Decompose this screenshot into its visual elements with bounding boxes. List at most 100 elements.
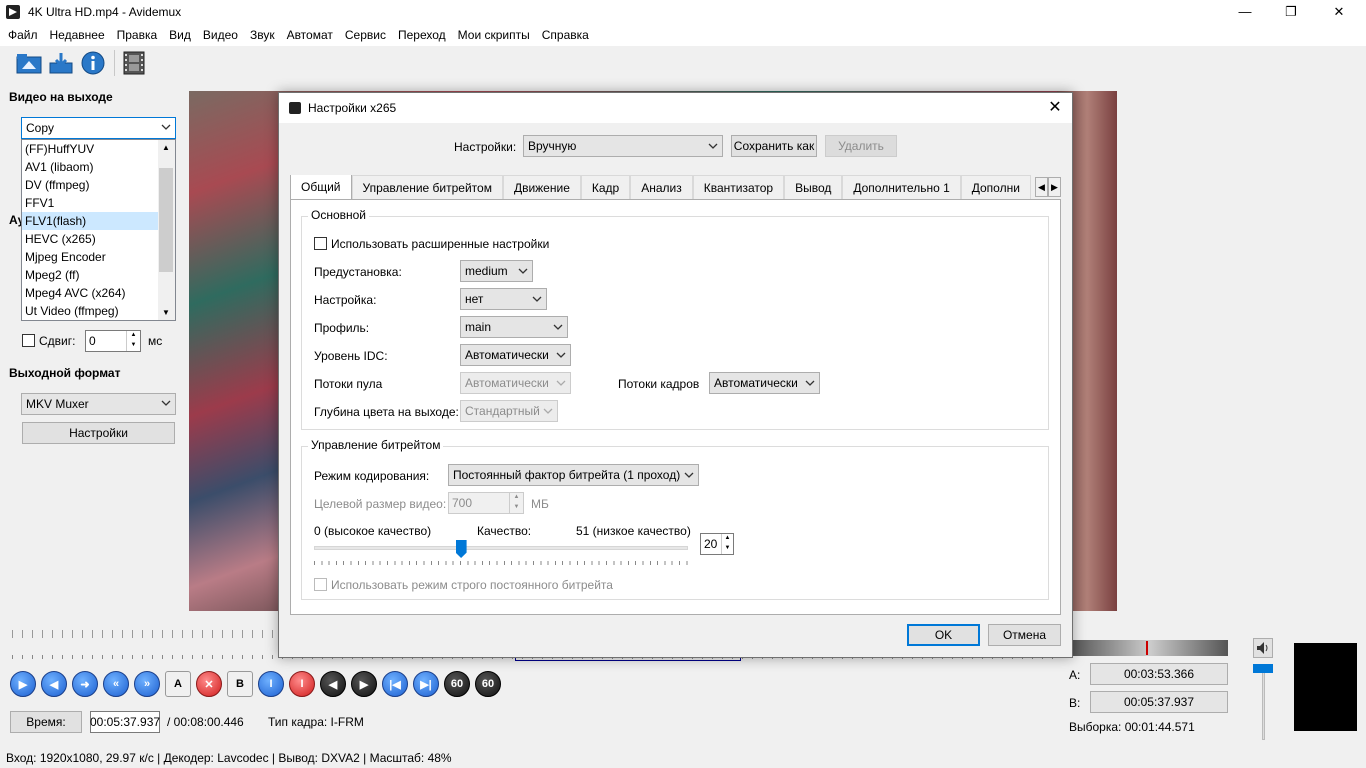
menu-edit[interactable]: Правка	[111, 24, 164, 46]
strict-cbr-checkbox[interactable]	[314, 578, 327, 591]
pool-threads-select[interactable]: Автоматически	[460, 372, 571, 394]
spin-arrows[interactable]: ▲ ▼	[721, 534, 733, 554]
save-as-button[interactable]: Сохранить как	[731, 135, 817, 157]
maximize-button[interactable]: ❐	[1268, 0, 1314, 24]
tab-output[interactable]: Вывод	[784, 175, 843, 199]
muxer-select[interactable]: MKV Muxer	[21, 393, 176, 415]
set-marker-a-icon[interactable]: A	[165, 671, 191, 697]
tab-scroll-right-icon[interactable]: ▶	[1048, 177, 1061, 197]
list-item[interactable]: HEVC (x265)	[22, 230, 159, 248]
tab-general[interactable]: Общий	[290, 175, 352, 199]
menu-recent[interactable]: Недавнее	[44, 24, 111, 46]
menu-audio[interactable]: Звук	[244, 24, 281, 46]
menu-go[interactable]: Переход	[392, 24, 452, 46]
time-button[interactable]: Время:	[10, 711, 82, 733]
frame-threads-select[interactable]: Автоматически	[709, 372, 820, 394]
delete-button[interactable]: Удалить	[825, 135, 897, 157]
list-item[interactable]: AV1 (libaom)	[22, 158, 159, 176]
goto-marker-a-icon[interactable]: I	[258, 671, 284, 697]
list-item[interactable]: Ut Video (ffmpeg)	[22, 302, 159, 320]
color-depth-label: Глубина цвета на выходе:	[314, 405, 459, 419]
tab-quantizer[interactable]: Квантизатор	[692, 175, 785, 199]
list-item[interactable]: Mpeg4 AVC (x264)	[22, 284, 159, 302]
forward-60-icon[interactable]: 60	[475, 671, 501, 697]
tab-frame[interactable]: Кадр	[580, 175, 631, 199]
goto-start-icon[interactable]: |◀	[382, 671, 408, 697]
profile-select[interactable]: main	[460, 316, 568, 338]
list-item[interactable]: (FF)HuffYUV	[22, 140, 159, 158]
video-codec-select[interactable]: Copy	[21, 117, 176, 139]
dropdown-scrollbar[interactable]: ▲ ▼	[158, 140, 175, 320]
previous-keyframe-icon[interactable]: ◀	[320, 671, 346, 697]
goto-marker-b-icon[interactable]: I	[289, 671, 315, 697]
list-item[interactable]: DV (ffmpeg)	[22, 176, 159, 194]
volume-icon[interactable]	[1253, 638, 1273, 658]
quality-slider-track[interactable]	[314, 546, 688, 550]
encoding-mode-select[interactable]: Постоянный фактор битрейта (1 проход)	[448, 464, 699, 486]
minimize-button[interactable]: —	[1222, 0, 1268, 24]
goto-end-icon[interactable]: ▶|	[413, 671, 439, 697]
preset-select[interactable]: Вручную	[523, 135, 723, 157]
codec-dropdown-list[interactable]: (FF)HuffYUV AV1 (libaom) DV (ffmpeg) FFV…	[21, 139, 176, 321]
play-icon[interactable]: ▶	[10, 671, 36, 697]
shift-spinbox[interactable]: 0 ▲ ▼	[85, 330, 141, 352]
back-60-icon[interactable]: 60	[444, 671, 470, 697]
volume-slider-track[interactable]	[1262, 668, 1265, 740]
list-item[interactable]: Mjpeg Encoder	[22, 248, 159, 266]
list-item[interactable]: FFV1	[22, 194, 159, 212]
idc-value: Автоматически	[465, 348, 549, 362]
next-keyframe-icon[interactable]: ▶	[351, 671, 377, 697]
menu-auto[interactable]: Автомат	[281, 24, 339, 46]
muxer-settings-button[interactable]: Настройки	[22, 422, 175, 444]
idc-select[interactable]: Автоматически	[460, 344, 571, 366]
color-depth-select[interactable]: Стандартный	[460, 400, 558, 422]
tab-scroll-left-icon[interactable]: ◀	[1035, 177, 1048, 197]
rewind-icon[interactable]: «	[103, 671, 129, 697]
tab-motion[interactable]: Движение	[502, 175, 581, 199]
cancel-button[interactable]: Отмена	[988, 624, 1061, 646]
quality-slider-thumb[interactable]	[455, 540, 467, 558]
next-frame-icon[interactable]: ➜	[72, 671, 98, 697]
menu-tools[interactable]: Сервис	[339, 24, 392, 46]
scroll-up-icon[interactable]: ▲	[162, 143, 170, 152]
target-size-spinbox[interactable]: 700 ▲ ▼	[448, 492, 524, 514]
advanced-settings-checkbox[interactable]	[314, 237, 327, 250]
position-gradient[interactable]	[1072, 640, 1228, 656]
tab-bitrate-control[interactable]: Управление битрейтом	[351, 175, 503, 199]
advanced-settings-label: Использовать расширенные настройки	[331, 237, 550, 251]
shift-checkbox[interactable]	[22, 334, 35, 347]
spin-arrows[interactable]: ▲ ▼	[126, 331, 140, 351]
menu-view[interactable]: Вид	[163, 24, 197, 46]
open-file-icon[interactable]	[14, 48, 44, 78]
spin-arrows[interactable]: ▲ ▼	[509, 493, 523, 513]
current-time-field[interactable]: 00:05:37.937	[90, 711, 160, 733]
tab-advanced-2[interactable]: Дополни	[960, 175, 1031, 199]
quality-spinbox[interactable]: 20 ▲ ▼	[700, 533, 734, 555]
list-item-selected[interactable]: FLV1(flash)	[22, 212, 159, 230]
menu-video[interactable]: Видео	[197, 24, 244, 46]
scrollbar-thumb[interactable]	[159, 168, 173, 272]
filmstrip-icon[interactable]	[119, 48, 149, 78]
save-file-icon[interactable]	[46, 48, 76, 78]
preset-row-select[interactable]: medium	[460, 260, 533, 282]
delete-icon[interactable]: ✕	[196, 671, 222, 697]
audio-meter	[1294, 643, 1357, 731]
fast-forward-icon[interactable]: »	[134, 671, 160, 697]
menu-help[interactable]: Справка	[536, 24, 595, 46]
set-marker-b-icon[interactable]: B	[227, 671, 253, 697]
scroll-down-icon[interactable]: ▼	[162, 308, 170, 317]
app-icon	[6, 5, 20, 19]
tune-select[interactable]: нет	[460, 288, 547, 310]
close-button[interactable]: ✕	[1316, 0, 1362, 24]
tab-analysis[interactable]: Анализ	[630, 175, 693, 199]
menu-scripts[interactable]: Мои скрипты	[452, 24, 536, 46]
list-item[interactable]: Mpeg2 (ff)	[22, 266, 159, 284]
info-icon[interactable]	[78, 48, 108, 78]
ok-button[interactable]: OK	[907, 624, 980, 646]
close-icon[interactable]: ✕	[1046, 98, 1064, 116]
volume-slider-thumb[interactable]	[1253, 664, 1273, 673]
menu-file[interactable]: Файл	[2, 24, 44, 46]
tab-advanced-1[interactable]: Дополнительно 1	[842, 175, 961, 199]
target-size-value: 700	[452, 496, 473, 510]
previous-frame-icon[interactable]: ◀	[41, 671, 67, 697]
